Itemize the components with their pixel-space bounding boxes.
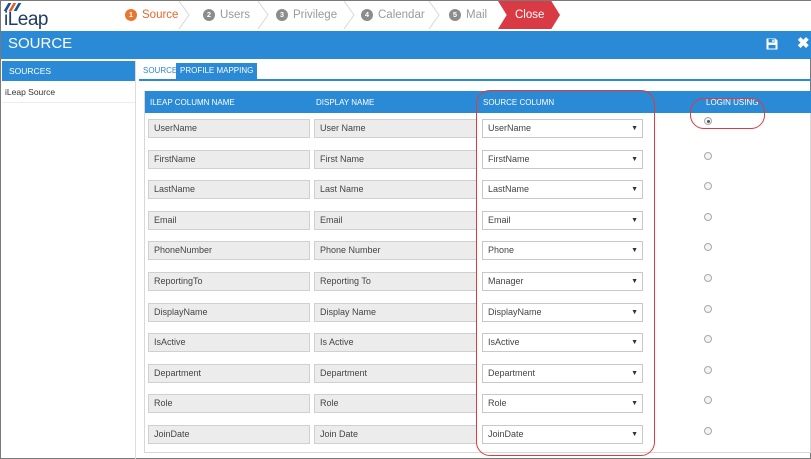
page-title: SOURCE (8, 35, 73, 52)
step-users[interactable]: 2 Users (203, 1, 250, 29)
source-item[interactable]: iLeap Source (2, 81, 135, 103)
ileap-column-field[interactable]: ReportingTo (148, 272, 310, 291)
ileap-column-field[interactable]: LastName (148, 180, 310, 200)
step-separator-icon (257, 1, 269, 29)
login-using-highlight (690, 98, 765, 129)
display-name-field[interactable]: Is Active (314, 333, 477, 353)
step-number: 5 (449, 9, 461, 21)
step-label: Users (220, 9, 251, 21)
login-using-radio[interactable] (704, 427, 712, 435)
tab-source[interactable]: SOURCE (139, 63, 182, 79)
step-label: Source (142, 9, 179, 21)
header-ileap-column: ILEAP COLUMN NAME (150, 98, 235, 107)
login-using-radio[interactable] (704, 396, 712, 405)
step-number: 4 (361, 9, 373, 21)
step-label: Mail (466, 9, 488, 21)
wizard-bar: iLeap 1 Source 2 Users 3 Privilege 4 Cal… (1, 1, 811, 31)
step-label: Calendar (378, 9, 425, 21)
step-number: 3 (276, 9, 288, 21)
display-name-field[interactable]: Email (314, 210, 477, 230)
ileap-column-field[interactable]: PhoneNumber (148, 241, 310, 261)
display-name-field[interactable]: Role (314, 394, 477, 414)
ileap-column-field[interactable]: Role (148, 394, 310, 414)
ileap-logo: iLeap (3, 3, 64, 31)
login-using-radio[interactable] (704, 243, 712, 252)
step-separator-icon (343, 1, 355, 29)
display-name-field[interactable]: User Name (314, 119, 477, 138)
display-name-field[interactable]: Phone Number (314, 241, 477, 261)
sources-panel: SOURCES iLeap Source (2, 61, 136, 459)
display-name-field[interactable]: Department (314, 363, 477, 383)
close-icon[interactable]: ✖ (797, 35, 810, 53)
source-column-highlight (476, 90, 655, 456)
ileap-column-field[interactable]: IsActive (148, 333, 310, 353)
header-display-name: DISPLAY NAME (316, 98, 375, 107)
login-using-radio[interactable] (704, 274, 712, 282)
step-privilege[interactable]: 3 Privilege (276, 1, 337, 29)
login-using-radio[interactable] (704, 304, 712, 313)
ileap-column-field[interactable]: JoinDate (148, 425, 310, 444)
logo-text: iLeap (4, 9, 49, 30)
login-using-radio[interactable] (704, 335, 712, 344)
ileap-column-field[interactable]: Email (148, 210, 310, 230)
page-header: SOURCE ✖ (1, 31, 811, 59)
ileap-column-field[interactable]: UserName (148, 119, 310, 138)
step-label: Privilege (293, 9, 338, 21)
tab-profile-mapping[interactable]: PROFILE MAPPING (176, 63, 258, 79)
step-number: 2 (203, 9, 215, 21)
ileap-column-field[interactable]: FirstName (148, 149, 310, 169)
ileap-column-field[interactable]: DisplayName (148, 302, 310, 322)
login-using-radio[interactable] (704, 182, 712, 191)
step-calendar[interactable]: 4 Calendar (361, 1, 425, 29)
step-number: 1 (125, 9, 137, 21)
sources-header: SOURCES (2, 61, 135, 81)
step-source[interactable]: 1 Source (125, 1, 178, 29)
save-icon[interactable] (766, 38, 778, 50)
login-using-radio[interactable] (704, 212, 712, 221)
step-separator-icon (178, 1, 190, 29)
display-name-field[interactable]: Display Name (314, 302, 477, 322)
ileap-column-field[interactable]: Department (148, 363, 310, 383)
display-name-field[interactable]: Reporting To (314, 272, 477, 291)
login-using-radio[interactable] (704, 151, 712, 160)
wizard-close-button[interactable]: Close (498, 1, 560, 29)
login-using-radio[interactable] (704, 365, 712, 374)
step-separator-icon (428, 1, 440, 29)
display-name-field[interactable]: First Name (314, 149, 477, 169)
display-name-field[interactable]: Last Name (314, 180, 477, 200)
tab-bar: SOURCE PROFILE MAPPING (139, 63, 811, 81)
step-mail[interactable]: 5 Mail (449, 1, 487, 29)
display-name-field[interactable]: Join Date (314, 425, 477, 444)
